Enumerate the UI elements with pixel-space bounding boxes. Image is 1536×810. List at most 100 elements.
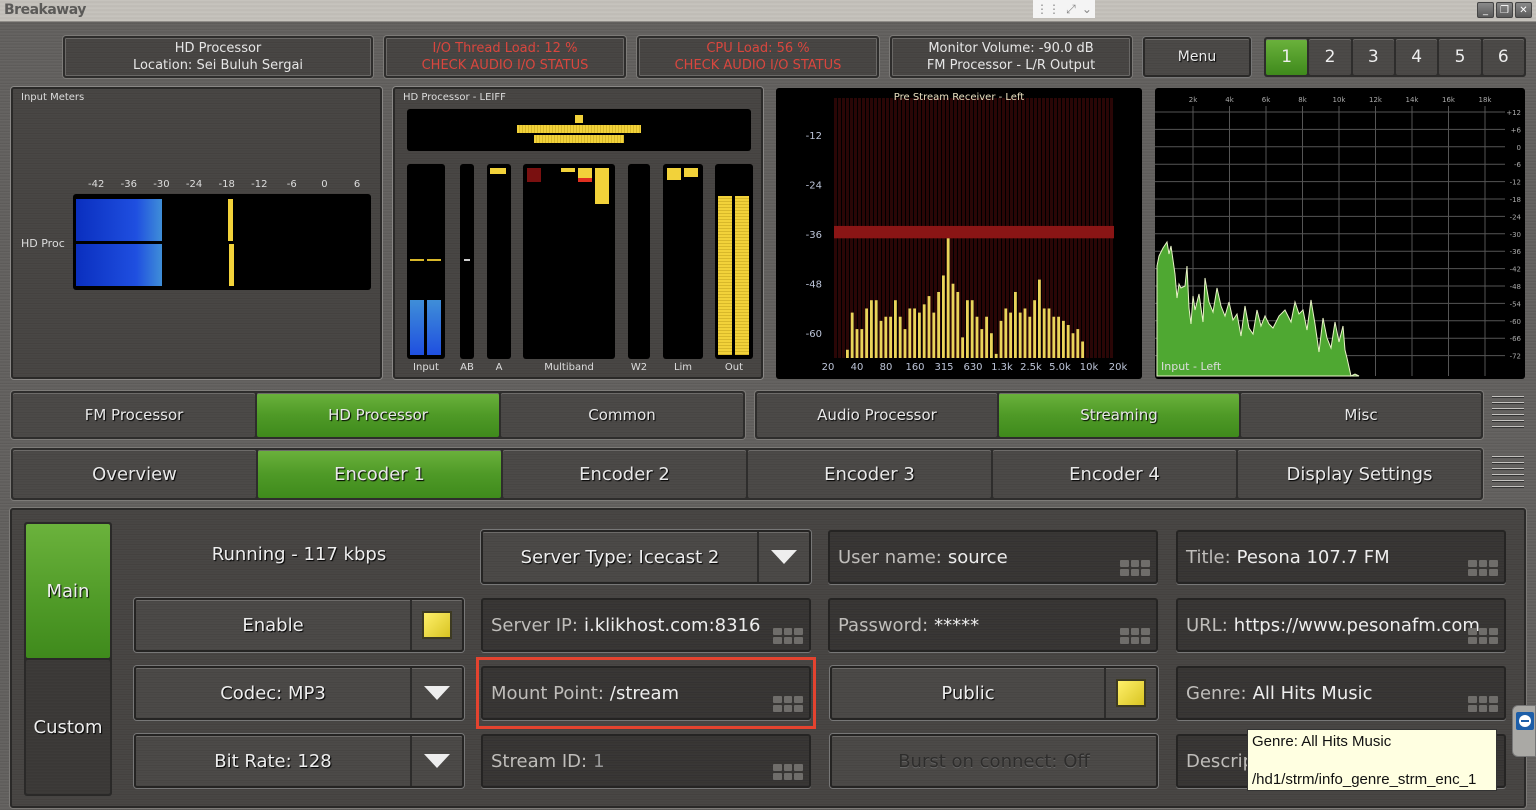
rta-bar <box>927 296 931 358</box>
mount-point-label: Mount Point: <box>491 682 604 704</box>
codec-select[interactable]: Codec: MP3 <box>134 666 464 720</box>
tab-encoder-4[interactable]: Encoder 4 <box>993 450 1236 498</box>
preset-button-5[interactable]: 5 <box>1439 39 1481 75</box>
tab-audio-processor[interactable]: Audio Processor <box>757 393 997 437</box>
rta-y-tick: -36 <box>806 230 822 241</box>
io-thread-load: I/O Thread Load: 12 % <box>432 41 578 56</box>
fft-x-tick: 12k <box>1369 96 1383 104</box>
enable-toggle[interactable]: Enable <box>134 598 464 652</box>
tab-overview[interactable]: Overview <box>13 450 256 498</box>
chevron-down-icon[interactable]: ⌄ <box>1082 2 1092 16</box>
input-peak-l <box>410 259 424 261</box>
grip-handle-1[interactable] <box>1492 396 1524 428</box>
tab-encoder-2[interactable]: Encoder 2 <box>503 450 746 498</box>
fft-y-tick: +12 <box>1506 109 1521 117</box>
tab-hd-processor[interactable]: HD Processor <box>257 393 499 437</box>
rta-bar <box>855 329 859 358</box>
public-checkbox[interactable] <box>1116 679 1146 707</box>
channel-label: HD Proc <box>21 237 65 250</box>
input-bar-r <box>427 300 441 355</box>
input-meter <box>407 164 445 359</box>
genre-field[interactable]: Genre: All Hits Music <box>1176 666 1506 720</box>
rta-x-tick: 315 <box>934 362 953 373</box>
tab-fm-processor[interactable]: FM Processor <box>13 393 255 437</box>
rta-spectrum[interactable]: -12 -24 -36 -48 -60 20 40 80 160 315 630 1.3k 2.5k 5.… <box>776 88 1142 379</box>
preset-button-4[interactable]: 4 <box>1395 39 1438 75</box>
chevron-down-icon[interactable] <box>424 754 450 768</box>
side-tab-main[interactable]: Main <box>26 524 110 658</box>
rta-bar <box>1052 316 1056 358</box>
keyboard-icon[interactable] <box>1120 560 1150 576</box>
grip-handle-2[interactable] <box>1492 456 1524 488</box>
preset-button-6[interactable]: 6 <box>1482 39 1524 75</box>
url-field[interactable]: URL: https://www.pesonafm.com <box>1176 598 1506 652</box>
preset-button-2[interactable]: 2 <box>1309 39 1351 75</box>
chevron-down-icon[interactable] <box>771 550 797 564</box>
username-field[interactable]: User name: source <box>828 530 1158 584</box>
tab-streaming[interactable]: Streaming <box>999 393 1239 437</box>
burst-on-connect-toggle[interactable]: Burst on connect: Off <box>830 734 1158 788</box>
keyboard-icon[interactable] <box>1468 628 1498 644</box>
preset-button-1[interactable]: 1 <box>1266 39 1308 75</box>
keyboard-icon[interactable] <box>1468 696 1498 712</box>
leiff-panel[interactable]: HD Processor - LEIFF Input AB A Multiband W2… <box>393 87 763 379</box>
fft-x-tick: 14k <box>1406 96 1420 104</box>
rta-bar <box>1076 329 1080 358</box>
tab-misc[interactable]: Misc <box>1241 393 1481 437</box>
server-type-select[interactable]: Server Type: Icecast 2 <box>481 530 811 584</box>
meter-scale-tick: 6 <box>353 179 361 190</box>
lim-bar-l <box>667 168 681 180</box>
a-bar <box>490 168 506 174</box>
remote-session-tab[interactable] <box>1512 705 1536 757</box>
rta-x-tick: 80 <box>880 362 893 373</box>
bitrate-select[interactable]: Bit Rate: 128 <box>134 734 464 788</box>
keyboard-icon[interactable] <box>773 764 803 780</box>
restore-button[interactable]: ❐ <box>1496 2 1513 18</box>
mount-point-field[interactable]: Mount Point:/stream <box>481 666 811 720</box>
keyboard-icon[interactable] <box>773 696 803 712</box>
tab-encoder-1[interactable]: Encoder 1 <box>258 450 501 498</box>
rta-bar <box>994 353 998 358</box>
stream-id-field[interactable]: Stream ID: 1 <box>481 734 811 788</box>
fft-spectrum[interactable]: 2k 4k 6k 8k 10k 12k 14k 16k 18k +12 +6 0 -6 -12 -18 -24… <box>1155 88 1525 379</box>
meter-scale-tick: -18 <box>218 179 235 190</box>
remote-toolbar: ⋮⋮ ⤢ ⌄ <box>1033 0 1095 18</box>
description-label: Descrip <box>1186 750 1255 772</box>
tab-display-settings[interactable]: Display Settings <box>1238 450 1481 498</box>
encoder-side-tabs: Main Custom <box>24 522 112 796</box>
rta-bar <box>1042 308 1046 358</box>
public-toggle[interactable]: Public <box>830 666 1158 720</box>
side-tab-custom[interactable]: Custom <box>26 660 110 794</box>
keyboard-icon[interactable] <box>1468 560 1498 576</box>
encoder-tabs: Overview Encoder 1 Encoder 2 Encoder 3 E… <box>11 448 1483 500</box>
cpu-warning: CHECK AUDIO I/O STATUS <box>674 58 842 73</box>
preset-button-3[interactable]: 3 <box>1352 39 1394 75</box>
fullscreen-icon[interactable]: ⤢ <box>1066 2 1076 17</box>
leiff-label: Multiband <box>544 362 594 373</box>
input-meters-panel[interactable]: Input Meters HD Proc -42 -36 -30 -24 -18 -12 -… <box>11 87 382 379</box>
tab-common[interactable]: Common <box>501 393 743 437</box>
close-button[interactable]: ✕ <box>1515 2 1532 18</box>
menu-button[interactable]: Menu <box>1143 37 1251 77</box>
keyboard-icon[interactable] <box>773 628 803 644</box>
minimize-button[interactable]: _ <box>1477 2 1494 18</box>
enable-checkbox[interactable] <box>422 611 452 639</box>
fft-x-tick: 18k <box>1479 96 1493 104</box>
processor-location: Location: Sei Buluh Sergai <box>132 58 304 73</box>
monitor-volume-panel[interactable]: Monitor Volume: -90.0 dB FM Processor - … <box>890 36 1132 78</box>
io-thread-panel: I/O Thread Load: 12 % CHECK AUDIO I/O ST… <box>384 36 626 78</box>
title-field[interactable]: Title: Pesona 107.7 FM <box>1176 530 1506 584</box>
tab-encoder-3[interactable]: Encoder 3 <box>748 450 991 498</box>
keyboard-icon[interactable] <box>1120 628 1150 644</box>
password-field[interactable]: Password: ***** <box>828 598 1158 652</box>
chevron-down-icon[interactable] <box>424 686 450 700</box>
out-bar-r <box>735 196 749 355</box>
grid-icon[interactable]: ⋮⋮ <box>1036 2 1060 16</box>
server-ip-field[interactable]: Server IP: i.klikhost.com:8316 <box>481 598 811 652</box>
genre-tooltip: Genre: All Hits Music /hd1/strm/info_gen… <box>1247 729 1497 791</box>
peak-marker-right <box>228 244 234 286</box>
monitor-volume: Monitor Volume: -90.0 dB <box>928 41 1094 56</box>
ab-meter <box>460 164 474 359</box>
fft-y-tick: -72 <box>1510 353 1521 361</box>
fft-x-tick: 6k <box>1262 96 1271 104</box>
